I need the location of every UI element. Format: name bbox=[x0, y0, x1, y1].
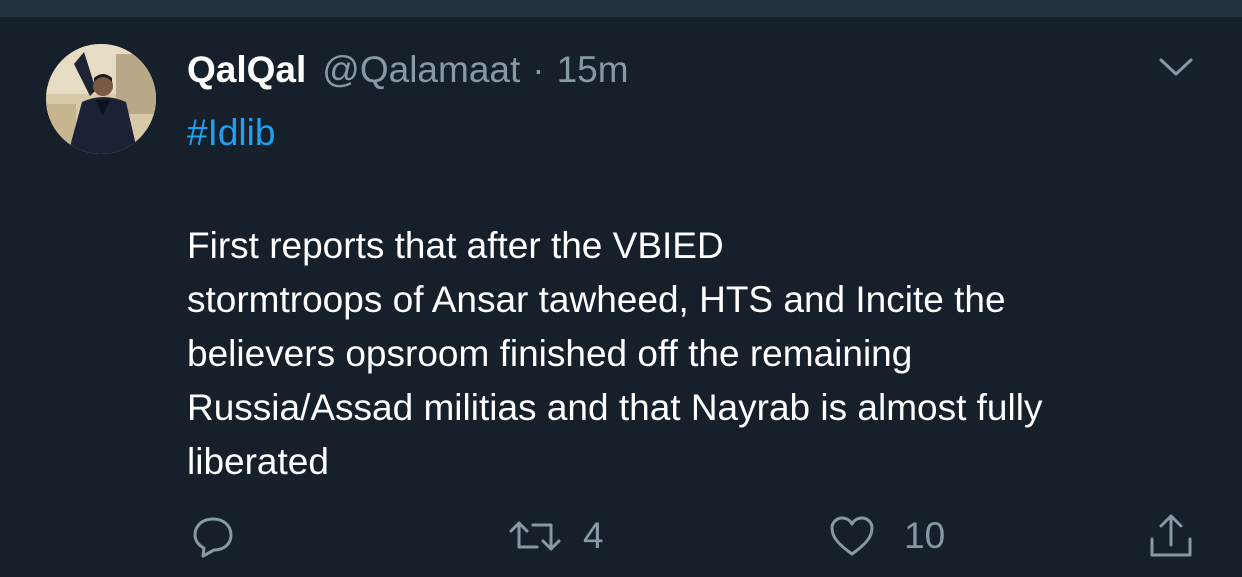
hashtag-link[interactable]: #Idlib bbox=[187, 112, 275, 154]
tweet-body-line: liberated bbox=[187, 441, 329, 482]
top-divider-strip bbox=[0, 0, 1242, 17]
retweet-button[interactable]: 4 bbox=[507, 513, 604, 559]
tweet-body-line: First reports that after the VBIED bbox=[187, 225, 724, 266]
retweet-icon bbox=[509, 521, 561, 551]
tweet-header: QalQal @Qalamaat · 15m bbox=[187, 49, 629, 93]
avatar-photo bbox=[46, 44, 156, 154]
tweet-body-text: First reports that after the VBIED storm… bbox=[187, 219, 1207, 489]
avatar[interactable] bbox=[46, 44, 156, 154]
share-button[interactable] bbox=[1146, 511, 1196, 561]
tweet-timestamp[interactable]: 15m bbox=[557, 49, 629, 91]
like-count: 10 bbox=[904, 515, 946, 556]
chevron-down-icon[interactable] bbox=[1158, 55, 1194, 79]
reply-button[interactable] bbox=[190, 513, 236, 559]
author-handle[interactable]: @Qalamaat bbox=[322, 49, 520, 91]
tweet-card[interactable]: QalQal @Qalamaat · 15m #Idlib First repo… bbox=[0, 17, 1242, 577]
tweet-body-line: Russia/Assad militias and that Nayrab is… bbox=[187, 387, 1043, 428]
tweet-body-line: stormtroops of Ansar tawheed, HTS and In… bbox=[187, 279, 1006, 320]
reply-icon bbox=[193, 517, 233, 558]
author-display-name[interactable]: QalQal bbox=[187, 49, 306, 91]
share-icon bbox=[1150, 514, 1192, 557]
header-separator: · bbox=[532, 49, 545, 90]
retweet-count: 4 bbox=[583, 515, 604, 556]
tweet-body-line: believers opsroom finished off the remai… bbox=[187, 333, 913, 374]
like-icon bbox=[830, 516, 874, 556]
like-button[interactable]: 10 bbox=[828, 513, 945, 559]
